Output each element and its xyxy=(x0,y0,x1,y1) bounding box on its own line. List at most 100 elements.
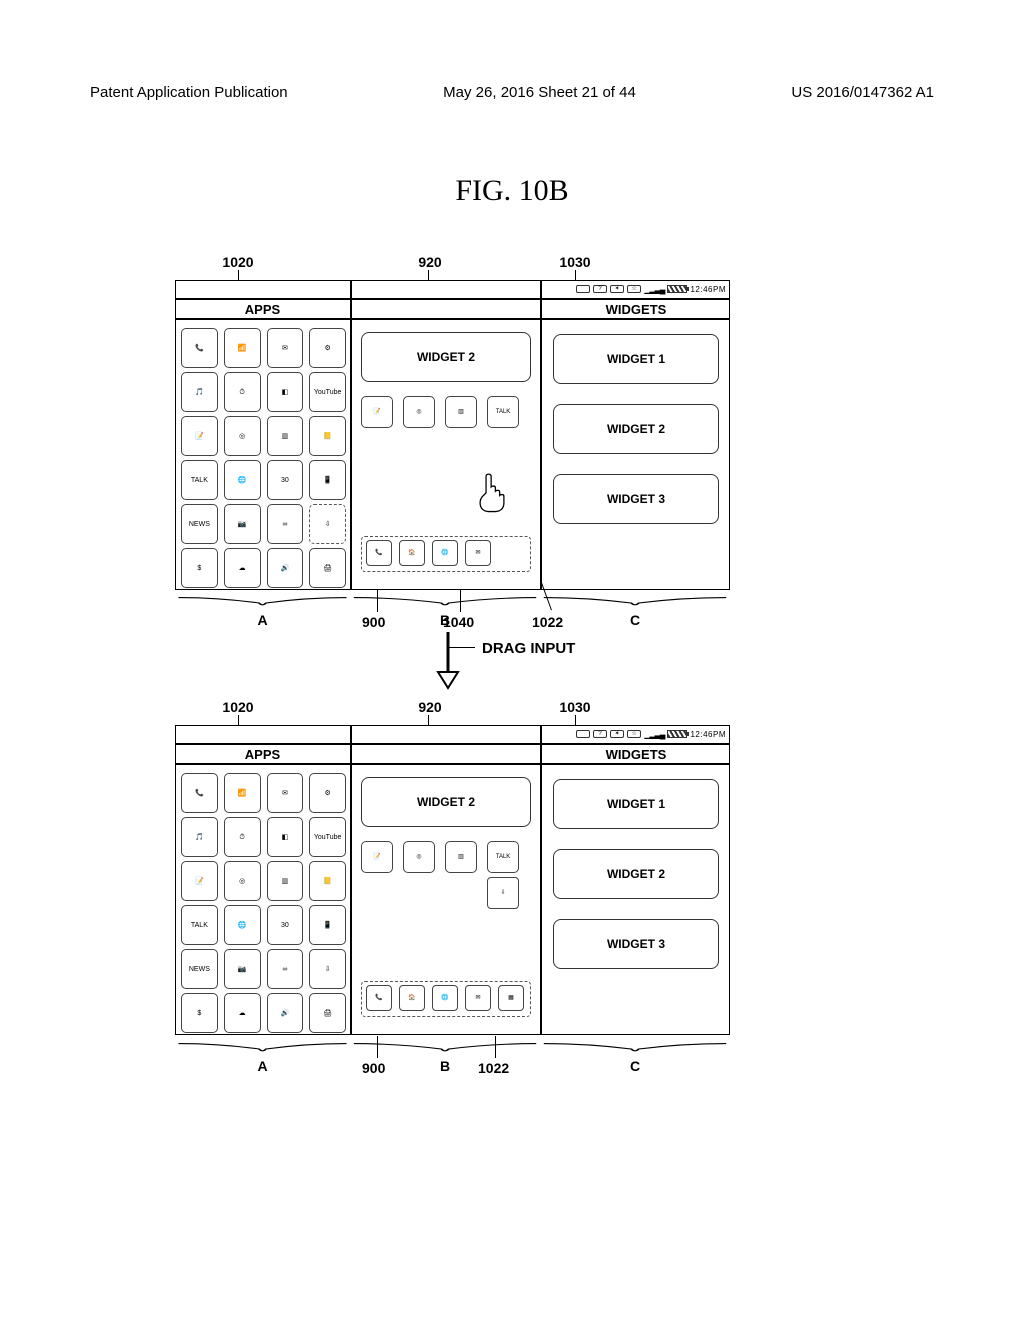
app-icon[interactable]: ◧ xyxy=(267,817,304,857)
dock-icon[interactable]: 🌐 xyxy=(432,985,458,1011)
widget-item[interactable]: WIDGET 2 xyxy=(553,404,719,454)
dock-icon[interactable]: 🌐 xyxy=(432,540,458,566)
app-icon[interactable]: $ xyxy=(181,993,218,1033)
home-icons-row-bot: 📝 ◎ ▥ TALK ⇩ xyxy=(357,837,535,913)
app-icon[interactable]: 🖨 xyxy=(309,993,346,1033)
drag-hook-line xyxy=(449,647,475,648)
app-icon[interactable]: 🌐 xyxy=(224,905,261,945)
app-icon[interactable]: NEWS xyxy=(181,504,218,544)
app-icon[interactable]: ⏱ xyxy=(224,817,261,857)
app-icon[interactable]: 🔊 xyxy=(267,548,304,588)
app-icon[interactable]: ∞ xyxy=(267,504,304,544)
app-icon[interactable]: 📝 xyxy=(181,861,218,901)
widget-item[interactable]: WIDGET 3 xyxy=(553,474,719,524)
callout-900-top: 900 xyxy=(362,614,385,630)
app-icon[interactable]: 🎵 xyxy=(181,372,218,412)
app-icon[interactable]: ▥ xyxy=(267,861,304,901)
widget-item[interactable]: WIDGET 1 xyxy=(553,779,719,829)
app-icon[interactable]: 🎵 xyxy=(181,817,218,857)
titlebar-center-blank-top xyxy=(352,298,540,320)
widgets-panel-bottom: WIDGET 1 WIDGET 2 WIDGET 3 xyxy=(547,773,725,1023)
figure-title: FIG. 10B xyxy=(0,174,1024,208)
dock-bottom[interactable]: 📞 🏠 🌐 ✉︎ ▦ xyxy=(361,981,531,1017)
edge-ab-bot xyxy=(350,725,352,1035)
titlebar-apps-bot: APPS xyxy=(175,743,350,765)
app-icon[interactable]: 📱 xyxy=(309,905,346,945)
dock-icon[interactable]: ✉︎ xyxy=(465,540,491,566)
home-icon[interactable]: 📝 xyxy=(361,841,393,873)
app-icon[interactable]: 📞 xyxy=(181,773,218,813)
app-icon[interactable]: $ xyxy=(181,548,218,588)
app-icon[interactable]: 📶 xyxy=(224,328,261,368)
home-icon[interactable]: ▥ xyxy=(445,841,477,873)
brace-C-top: C xyxy=(540,594,730,624)
app-icon[interactable]: 📱 xyxy=(309,460,346,500)
brace-A-bot: A xyxy=(175,1040,350,1070)
app-icon[interactable]: ∞ xyxy=(267,949,304,989)
app-icon[interactable]: 🖨 xyxy=(309,548,346,588)
app-icon[interactable]: 📷 xyxy=(224,949,261,989)
app-icon[interactable]: NEWS xyxy=(181,949,218,989)
app-icon[interactable]: 📞 xyxy=(181,328,218,368)
home-icon[interactable]: TALK xyxy=(487,841,519,873)
app-icon[interactable]: 📒 xyxy=(309,861,346,901)
app-icon[interactable]: 📝 xyxy=(181,416,218,456)
app-icon[interactable]: TALK xyxy=(181,905,218,945)
app-icon[interactable]: 📒 xyxy=(309,416,346,456)
edge-ab-top xyxy=(350,280,352,590)
home-icons-row-top: 📝 ◎ ▥ TALK xyxy=(357,392,535,432)
dock-icon[interactable]: 📞 xyxy=(366,985,392,1011)
widget-item[interactable]: WIDGET 2 xyxy=(553,849,719,899)
home-icon[interactable]: 📝 xyxy=(361,396,393,428)
app-icon[interactable]: ⚙︎ xyxy=(309,328,346,368)
app-icon[interactable]: TALK xyxy=(181,460,218,500)
page-header: Patent Application Publication May 26, 2… xyxy=(90,84,934,101)
app-icon[interactable]: 📷 xyxy=(224,504,261,544)
app-icon[interactable]: ☁ xyxy=(224,993,261,1033)
home-icon[interactable]: ◎ xyxy=(403,396,435,428)
home-icon[interactable]: TALK xyxy=(487,396,519,428)
app-icon[interactable]: YouTube xyxy=(309,372,346,412)
hdr-right: US 2016/0147362 A1 xyxy=(791,84,934,101)
widgets-panel-top: WIDGET 1 WIDGET 2 WIDGET 3 xyxy=(547,328,725,578)
app-icon[interactable]: ☁ xyxy=(224,548,261,588)
home-icon[interactable]: ▥ xyxy=(445,396,477,428)
lead-900-bot xyxy=(377,1036,378,1058)
app-icon[interactable]: ◎ xyxy=(224,861,261,901)
drag-arrow-icon xyxy=(428,630,468,700)
widget-item[interactable]: WIDGET 3 xyxy=(553,919,719,969)
dock-icon[interactable]: 🏠 xyxy=(399,540,425,566)
app-icon[interactable]: ⇩ xyxy=(309,949,346,989)
brace-C-bot: C xyxy=(540,1040,730,1070)
hdr-center: May 26, 2016 Sheet 21 of 44 xyxy=(443,84,636,101)
dock-top[interactable]: 📞 🏠 🌐 ✉︎ xyxy=(361,536,531,572)
app-icon[interactable]: 30 xyxy=(267,905,304,945)
app-icon-dropped[interactable]: ⇩ xyxy=(487,877,519,909)
widget-big-b-bot[interactable]: WIDGET 2 xyxy=(361,777,531,827)
app-icon-drag-source[interactable]: ⇩ xyxy=(309,504,346,544)
app-icon[interactable]: ◧ xyxy=(267,372,304,412)
app-icon[interactable]: ✉︎ xyxy=(267,773,304,813)
app-icon[interactable]: YouTube xyxy=(309,817,346,857)
dock-icon-new[interactable]: ▦ xyxy=(498,985,524,1011)
app-icon[interactable]: ⏱ xyxy=(224,372,261,412)
widget-item[interactable]: WIDGET 1 xyxy=(553,334,719,384)
callout-1030-top: 1030 xyxy=(555,254,595,270)
dock-icon[interactable]: ✉︎ xyxy=(465,985,491,1011)
app-icon[interactable]: ⚙︎ xyxy=(309,773,346,813)
app-icon[interactable]: 🔊 xyxy=(267,993,304,1033)
callout-1040-top: 1040 xyxy=(443,614,474,630)
app-icon[interactable]: 30 xyxy=(267,460,304,500)
dock-icon[interactable]: 🏠 xyxy=(399,985,425,1011)
app-icon[interactable]: ▥ xyxy=(267,416,304,456)
widget-big-b-top[interactable]: WIDGET 2 xyxy=(361,332,531,382)
home-icon[interactable]: ◎ xyxy=(403,841,435,873)
dock-icon[interactable]: 📞 xyxy=(366,540,392,566)
lead-900-top xyxy=(377,590,378,612)
app-icon[interactable]: ◎ xyxy=(224,416,261,456)
apps-grid-top: 📞 📶 ✉︎ ⚙︎ 🎵 ⏱ ◧ YouTube 📝 ◎ ▥ 📒 TALK 🌐 3… xyxy=(181,328,346,578)
app-icon[interactable]: 🌐 xyxy=(224,460,261,500)
app-icon[interactable]: 📶 xyxy=(224,773,261,813)
callout-920-bot: 920 xyxy=(410,699,450,715)
app-icon[interactable]: ✉︎ xyxy=(267,328,304,368)
